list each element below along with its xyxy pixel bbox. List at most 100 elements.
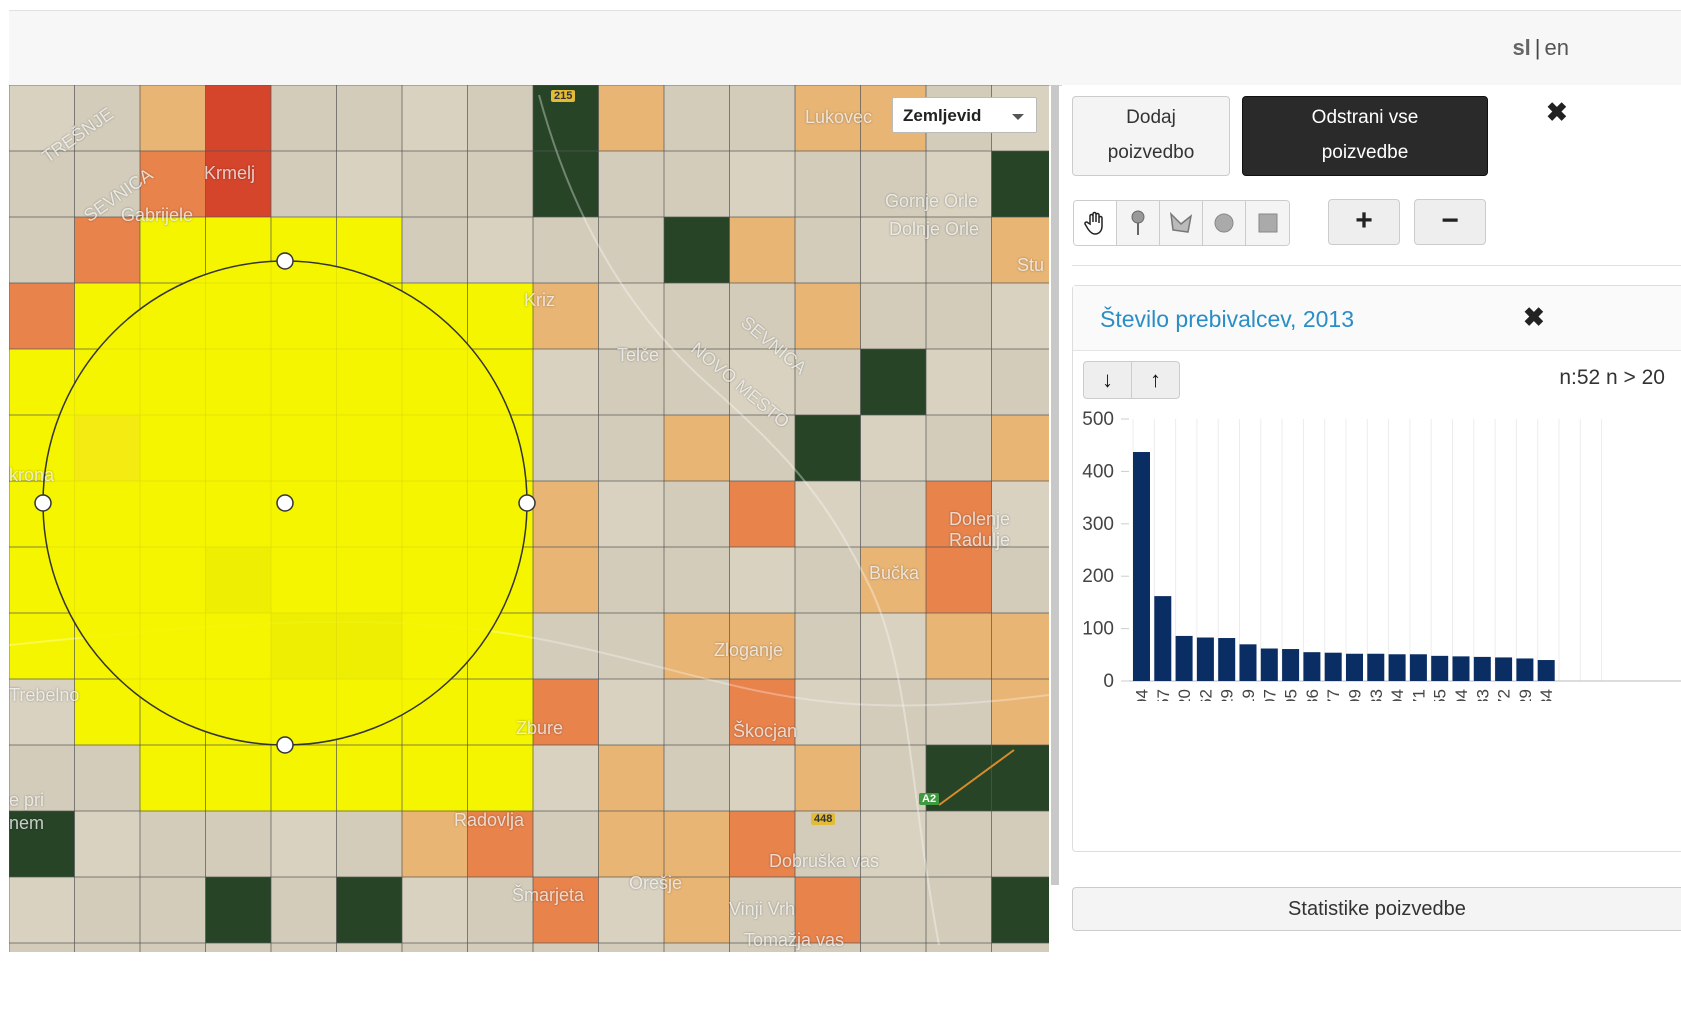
map-grid-cell[interactable] bbox=[402, 877, 468, 943]
map-grid-cell[interactable] bbox=[729, 217, 796, 283]
map-grid-cell[interactable] bbox=[795, 745, 861, 811]
chart-bar[interactable] bbox=[1452, 656, 1470, 681]
map-grid-cell[interactable] bbox=[795, 283, 861, 349]
map-grid-cell[interactable] bbox=[533, 151, 599, 217]
map-grid-cell[interactable] bbox=[271, 151, 337, 217]
map-grid-cell[interactable] bbox=[860, 679, 927, 745]
chart-bar[interactable] bbox=[1218, 638, 1236, 681]
map-grid-cell[interactable] bbox=[271, 877, 337, 943]
map-grid-cell[interactable] bbox=[598, 811, 665, 877]
circle-edit-handle[interactable] bbox=[34, 494, 52, 512]
map-grid-cell[interactable] bbox=[271, 745, 337, 811]
circle-edit-handle[interactable] bbox=[518, 494, 536, 512]
map-grid-cell[interactable] bbox=[205, 811, 272, 877]
map-grid-cell[interactable] bbox=[598, 613, 665, 679]
map-grid-cell[interactable] bbox=[860, 349, 927, 415]
map-grid-cell[interactable] bbox=[860, 877, 927, 943]
map-grid-cell[interactable] bbox=[991, 151, 1050, 217]
sort-asc-button[interactable]: ↑ bbox=[1132, 362, 1179, 398]
chart-bar[interactable] bbox=[1154, 596, 1172, 681]
map-view[interactable]: TREŠNJE SEVNICA Krmelj Gabrijele Lukovec Gorn… bbox=[9, 85, 1049, 952]
map-grid-cell[interactable] bbox=[664, 85, 730, 151]
map-grid-cell[interactable] bbox=[336, 877, 403, 943]
map-grid-cell[interactable] bbox=[598, 481, 665, 547]
map-grid-cell[interactable] bbox=[533, 547, 599, 613]
map-grid-cell[interactable] bbox=[402, 85, 468, 151]
zoom-in-button[interactable]: + bbox=[1328, 199, 1400, 245]
chart-bar[interactable] bbox=[1431, 655, 1449, 681]
hand-icon[interactable] bbox=[1074, 201, 1117, 245]
map-grid-cell[interactable] bbox=[533, 349, 599, 415]
map-grid-cell[interactable] bbox=[467, 745, 534, 811]
map-grid-cell[interactable] bbox=[795, 151, 861, 217]
lang-sl-link[interactable]: sl bbox=[1512, 35, 1530, 60]
map-grid-cell[interactable] bbox=[598, 745, 665, 811]
map-grid-cell[interactable] bbox=[205, 745, 272, 811]
map-grid-cell[interactable] bbox=[9, 151, 75, 217]
map-grid-cell[interactable] bbox=[271, 85, 337, 151]
close-card-icon[interactable]: ✖ bbox=[1523, 302, 1545, 333]
map-grid-cell[interactable] bbox=[533, 613, 599, 679]
map-grid-cell[interactable] bbox=[926, 679, 992, 745]
map-grid-cell[interactable] bbox=[402, 745, 468, 811]
map-grid-cell[interactable] bbox=[402, 151, 468, 217]
map-grid-cell[interactable] bbox=[795, 547, 861, 613]
circle-edit-handle[interactable] bbox=[276, 736, 294, 754]
map-grid-cell[interactable] bbox=[664, 217, 730, 283]
map-grid-cell[interactable] bbox=[926, 547, 992, 613]
map-grid-cell[interactable] bbox=[729, 85, 796, 151]
map-grid-cell[interactable] bbox=[336, 85, 403, 151]
map-grid-cell[interactable] bbox=[533, 481, 599, 547]
map-grid-cell[interactable] bbox=[729, 481, 796, 547]
chart-bar[interactable] bbox=[1388, 654, 1406, 681]
map-grid-cell[interactable] bbox=[991, 283, 1050, 349]
map-grid-cell[interactable] bbox=[205, 85, 272, 151]
map-grid-cell[interactable] bbox=[598, 283, 665, 349]
remove-all-queries-button[interactable]: Odstrani vse poizvedbe bbox=[1242, 96, 1488, 176]
map-grid-cell[interactable] bbox=[140, 877, 206, 943]
map-grid-cell[interactable] bbox=[74, 877, 141, 943]
chart-bar[interactable] bbox=[1175, 635, 1193, 681]
map-grid-cell[interactable] bbox=[533, 811, 599, 877]
map-grid-cell[interactable] bbox=[336, 811, 403, 877]
map-grid-cell[interactable] bbox=[664, 283, 730, 349]
chart-bar[interactable] bbox=[1516, 658, 1534, 681]
map-grid-cell[interactable] bbox=[664, 547, 730, 613]
map-grid-cell[interactable] bbox=[664, 481, 730, 547]
map-grid-cell[interactable] bbox=[74, 217, 141, 283]
map-grid-cell[interactable] bbox=[140, 811, 206, 877]
map-grid-cell[interactable] bbox=[991, 415, 1050, 481]
map-grid-cell[interactable] bbox=[795, 613, 861, 679]
sort-desc-button[interactable]: ↓ bbox=[1084, 362, 1132, 398]
map-grid-cell[interactable] bbox=[926, 349, 992, 415]
map-grid-cell[interactable] bbox=[729, 547, 796, 613]
map-grid-cell[interactable] bbox=[991, 613, 1050, 679]
map-grid-cell[interactable] bbox=[533, 415, 599, 481]
map-grid-cell[interactable] bbox=[991, 745, 1050, 811]
map-grid-cell[interactable] bbox=[860, 613, 927, 679]
map-grid-cell[interactable] bbox=[926, 613, 992, 679]
map-grid-cell[interactable] bbox=[795, 679, 861, 745]
chart-bar[interactable] bbox=[1260, 648, 1278, 681]
chart-bar[interactable] bbox=[1495, 657, 1513, 681]
map-grid-cell[interactable] bbox=[860, 415, 927, 481]
map-grid-cell[interactable] bbox=[598, 151, 665, 217]
map-grid-cell[interactable] bbox=[74, 745, 141, 811]
map-scrollbar[interactable] bbox=[1051, 85, 1059, 885]
chart-bar[interactable] bbox=[1537, 660, 1555, 681]
chart-bar[interactable] bbox=[1196, 637, 1214, 681]
map-grid-cell[interactable] bbox=[664, 811, 730, 877]
map-grid-cell[interactable] bbox=[860, 481, 927, 547]
chart-bar[interactable] bbox=[1133, 452, 1150, 681]
chart-bar[interactable] bbox=[1367, 653, 1385, 681]
map-grid-cell[interactable] bbox=[336, 151, 403, 217]
chart-bar[interactable] bbox=[1303, 652, 1321, 681]
map-grid-cell[interactable] bbox=[860, 283, 927, 349]
map-grid-cell[interactable] bbox=[140, 745, 206, 811]
circle-edit-handle[interactable] bbox=[276, 252, 294, 270]
map-grid-cell[interactable] bbox=[9, 877, 75, 943]
map-grid-cell[interactable] bbox=[795, 217, 861, 283]
map-grid-cell[interactable] bbox=[926, 811, 992, 877]
map-grid-cell[interactable] bbox=[402, 217, 468, 283]
map-grid-cell[interactable] bbox=[926, 415, 992, 481]
